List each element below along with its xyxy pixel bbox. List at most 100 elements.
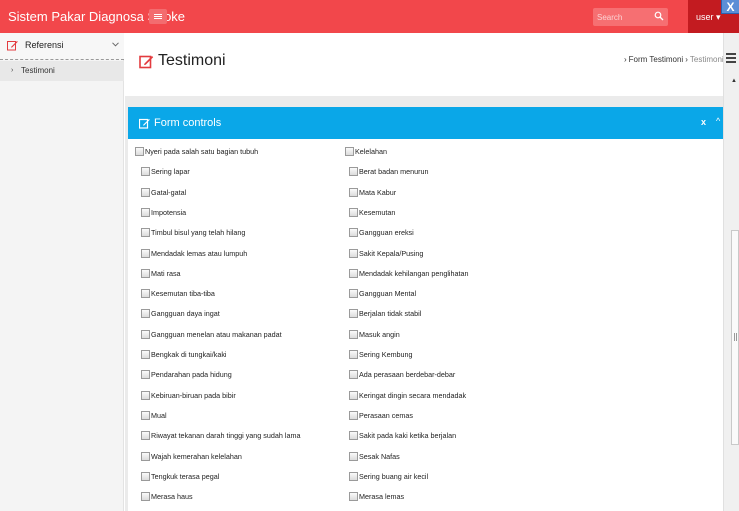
menu-icon[interactable] bbox=[726, 53, 736, 63]
checkbox-label: Gangguan menelan atau makanan padat bbox=[151, 330, 282, 339]
symptom-checkbox-item[interactable]: Sering Kembung bbox=[349, 350, 413, 359]
checkbox[interactable] bbox=[141, 411, 150, 420]
checkbox-label: Ada perasaan berdebar-debar bbox=[359, 370, 456, 379]
edit-icon bbox=[139, 118, 150, 129]
symptom-checkbox-item[interactable]: Tengkuk terasa pegal bbox=[141, 472, 219, 481]
checkbox[interactable] bbox=[141, 208, 150, 217]
checkbox[interactable] bbox=[349, 249, 358, 258]
symptom-checkbox-item[interactable]: Mendadak kehilangan penglihatan bbox=[349, 269, 469, 278]
symptom-checkbox-item[interactable]: Mati rasa bbox=[141, 269, 181, 278]
checkbox[interactable] bbox=[141, 167, 150, 176]
checkbox[interactable] bbox=[349, 391, 358, 400]
checkbox[interactable] bbox=[349, 472, 358, 481]
symptom-checkbox-item[interactable]: Kebiruan-biruan pada bibir bbox=[141, 391, 236, 400]
symptom-checkbox-item[interactable]: Gangguan menelan atau makanan padat bbox=[141, 330, 282, 339]
checkbox[interactable] bbox=[349, 269, 358, 278]
breadcrumb-link[interactable]: Form Testimoni bbox=[629, 55, 684, 64]
symptom-checkbox-item[interactable]: Nyeri pada salah satu bagian tubuh bbox=[135, 147, 258, 156]
checkbox[interactable] bbox=[141, 452, 150, 461]
checkbox[interactable] bbox=[349, 228, 358, 237]
symptom-checkbox-item[interactable]: Kesemutan tiba-tiba bbox=[141, 289, 215, 298]
checkbox[interactable] bbox=[141, 472, 150, 481]
checkbox-label: Bengkak di tungkai/kaki bbox=[151, 350, 227, 359]
checkbox[interactable] bbox=[349, 370, 358, 379]
sidebar-item-testimoni[interactable]: › Testimoni bbox=[0, 61, 124, 81]
checkbox[interactable] bbox=[349, 492, 358, 501]
symptom-checkbox-item[interactable]: Sering lapar bbox=[141, 167, 190, 176]
close-icon[interactable]: X bbox=[721, 0, 739, 14]
checkbox[interactable] bbox=[349, 289, 358, 298]
checkbox[interactable] bbox=[141, 289, 150, 298]
sidebar-toggle-button[interactable] bbox=[149, 9, 167, 24]
symptom-checkbox-item[interactable]: Impotensia bbox=[141, 208, 186, 217]
checkbox[interactable] bbox=[349, 350, 358, 359]
symptom-checkbox-item[interactable]: Berat badan menurun bbox=[349, 167, 429, 176]
symptom-checkbox-item[interactable]: Ada perasaan berdebar-debar bbox=[349, 370, 455, 379]
panel-title: Form controls bbox=[139, 117, 221, 129]
symptom-checkbox-item[interactable]: Merasa haus bbox=[141, 492, 193, 501]
checkbox[interactable] bbox=[141, 330, 150, 339]
symptom-checkbox-item[interactable]: Mata Kabur bbox=[349, 188, 396, 197]
checkbox-label: Sering Kembung bbox=[359, 350, 413, 359]
symptom-checkbox-item[interactable]: Wajah kemerahan kelelahan bbox=[141, 452, 242, 461]
symptom-checkbox-item[interactable]: Sering buang air kecil bbox=[349, 472, 428, 481]
sidebar: Referensi › Testimoni bbox=[0, 33, 124, 511]
user-menu-label: user ▾ bbox=[696, 12, 721, 23]
symptom-checkbox-item[interactable]: Gatal-gatal bbox=[141, 188, 186, 197]
symptom-checkbox-item[interactable]: Pendarahan pada hidung bbox=[141, 370, 232, 379]
checkbox-label: Sesak Nafas bbox=[359, 452, 400, 461]
symptom-checkbox-item[interactable]: Gangguan daya ingat bbox=[141, 309, 220, 318]
checkbox[interactable] bbox=[349, 188, 358, 197]
symptom-checkbox-item[interactable]: Perasaan cemas bbox=[349, 411, 413, 420]
symptom-checkbox-item[interactable]: Kesemutan bbox=[349, 208, 395, 217]
symptom-checkbox-item[interactable]: Timbul bisul yang telah hilang bbox=[141, 228, 245, 237]
checkbox-label: Tengkuk terasa pegal bbox=[151, 472, 220, 481]
checkbox[interactable] bbox=[141, 370, 150, 379]
checkbox[interactable] bbox=[349, 167, 358, 176]
checkbox[interactable] bbox=[141, 309, 150, 318]
checkbox[interactable] bbox=[141, 269, 150, 278]
panel-collapse-button[interactable]: ^ bbox=[716, 116, 720, 126]
scroll-up-icon[interactable]: ▲ bbox=[731, 78, 737, 84]
checkbox[interactable] bbox=[141, 249, 150, 258]
checkbox[interactable] bbox=[141, 492, 150, 501]
checkbox[interactable] bbox=[345, 147, 354, 156]
checkbox[interactable] bbox=[141, 188, 150, 197]
checkbox[interactable] bbox=[349, 208, 358, 217]
checkbox[interactable] bbox=[141, 391, 150, 400]
symptom-checkbox-item[interactable]: Kelelahan bbox=[345, 147, 387, 156]
symptom-checkbox-item[interactable]: Berjalan tidak stabil bbox=[349, 309, 421, 318]
form-panel: Form controls x ^ Nyeri pada salah satu … bbox=[128, 107, 723, 511]
symptom-checkbox-item[interactable]: Mendadak lemas atau lumpuh bbox=[141, 249, 247, 258]
checkbox[interactable] bbox=[141, 350, 150, 359]
checkbox-label: Kelelahan bbox=[355, 147, 387, 156]
checkbox[interactable] bbox=[141, 228, 150, 237]
symptom-checkbox-item[interactable]: Gangguan Mental bbox=[349, 289, 416, 298]
sidebar-item-label: Testimoni bbox=[21, 66, 55, 75]
symptom-checkbox-item[interactable]: Merasa lemas bbox=[349, 492, 404, 501]
sidebar-item-referensi[interactable]: Referensi bbox=[0, 33, 124, 60]
checkbox[interactable] bbox=[349, 431, 358, 440]
symptom-checkbox-item[interactable]: Sesak Nafas bbox=[349, 452, 400, 461]
symptom-checkbox-item[interactable]: Sakit pada kaki ketika berjalan bbox=[349, 431, 456, 440]
symptom-checkbox-item[interactable]: Gangguan ereksi bbox=[349, 228, 414, 237]
checkbox[interactable] bbox=[349, 309, 358, 318]
symptom-checkbox-item[interactable]: Keringat dingin secara mendadak bbox=[349, 391, 466, 400]
symptom-checkbox-item[interactable]: Riwayat tekanan darah tinggi yang sudah … bbox=[141, 431, 300, 440]
panel-close-button[interactable]: x bbox=[701, 117, 706, 127]
search-icon[interactable] bbox=[654, 11, 664, 21]
symptom-checkbox-item[interactable]: Bengkak di tungkai/kaki bbox=[141, 350, 227, 359]
checkbox-label: Gangguan daya ingat bbox=[151, 309, 220, 318]
symptom-checkbox-item[interactable]: Masuk angin bbox=[349, 330, 400, 339]
chevron-down-icon bbox=[112, 42, 119, 47]
checkbox[interactable] bbox=[349, 330, 358, 339]
checkbox[interactable] bbox=[349, 452, 358, 461]
checkbox[interactable] bbox=[141, 431, 150, 440]
search-input[interactable] bbox=[597, 11, 647, 23]
symptom-checkbox-item[interactable]: Mual bbox=[141, 411, 167, 420]
caret-down-icon: ▾ bbox=[716, 12, 721, 22]
symptom-checkbox-item[interactable]: Sakit Kepala/Pusing bbox=[349, 249, 423, 258]
checkbox-label: Impotensia bbox=[151, 208, 187, 217]
checkbox[interactable] bbox=[135, 147, 144, 156]
checkbox[interactable] bbox=[349, 411, 358, 420]
